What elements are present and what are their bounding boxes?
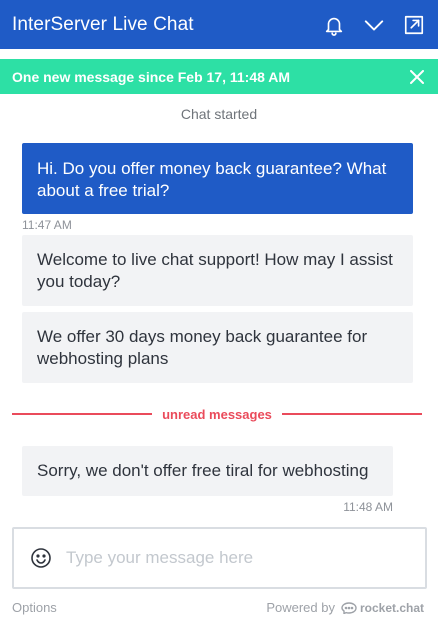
rocketchat-wordmark: rocket.chat — [359, 600, 424, 615]
header-actions — [322, 13, 426, 37]
outgoing-message: Hi. Do you offer money back guarantee? W… — [22, 143, 413, 214]
message-timestamp: 11:48 AM — [343, 500, 393, 514]
chat-title: InterServer Live Chat — [12, 13, 194, 35]
divider-line — [281, 413, 422, 415]
popout-icon[interactable] — [402, 13, 426, 37]
message-timestamp: 11:47 AM — [22, 218, 72, 232]
chat-started-label: Chat started — [180, 106, 258, 122]
incoming-message: Welcome to live chat support! How may I … — [22, 235, 413, 306]
chat-header: InterServer Live Chat — [0, 0, 438, 49]
unread-label: unread messages — [162, 406, 272, 422]
incoming-message: We offer 30 days money back guarantee fo… — [22, 312, 413, 383]
chat-footer: Options Powered by rocket.chat — [12, 600, 424, 615]
emoji-icon[interactable] — [30, 547, 52, 569]
powered-by-label: Powered by — [266, 600, 335, 615]
chevron-down-icon[interactable] — [362, 13, 386, 37]
message-input[interactable] — [66, 548, 409, 568]
bell-icon[interactable] — [322, 13, 346, 37]
powered-by: Powered by rocket.chat — [266, 600, 424, 615]
new-message-text: One new message since Feb 17, 11:48 AM — [12, 68, 291, 85]
new-message-banner[interactable]: One new message since Feb 17, 11:48 AM — [0, 59, 438, 94]
message-composer — [12, 527, 427, 589]
divider-line — [12, 413, 153, 415]
close-icon[interactable] — [408, 68, 426, 86]
unread-divider: unread messages — [12, 406, 422, 422]
incoming-message: Sorry, we don't offer free tiral for web… — [22, 446, 393, 496]
options-link[interactable]: Options — [12, 600, 266, 615]
rocketchat-logo[interactable]: rocket.chat — [341, 601, 424, 615]
